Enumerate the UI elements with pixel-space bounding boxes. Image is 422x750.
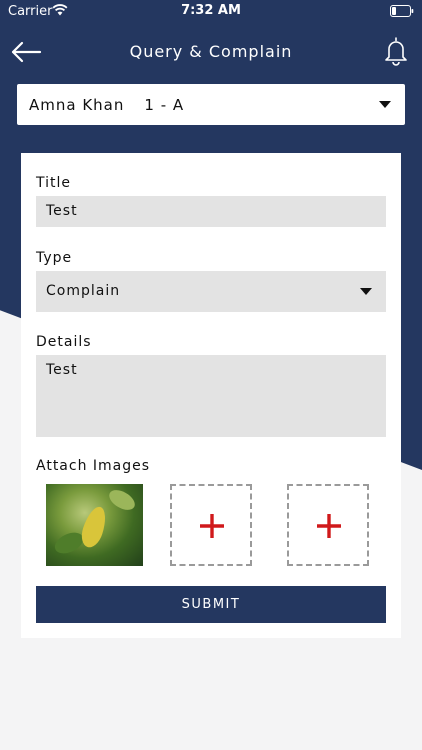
query-form: Title Test Type Complain Details Test At… [21,153,401,638]
details-label: Details [36,334,92,350]
student-select[interactable]: Amna Khan 1 - A [17,84,405,125]
chevron-down-icon [360,288,372,295]
student-class: 1 - A [144,95,185,114]
student-name: Amna Khan [29,95,125,114]
app-header: Query & Complain [0,30,422,76]
details-textarea[interactable]: Test [36,355,386,437]
add-image-button[interactable] [287,484,369,566]
submit-button[interactable]: SUBMIT [36,586,386,623]
attach-images-label: Attach Images [36,458,151,474]
type-label: Type [36,250,73,266]
page-title: Query & Complain [129,42,293,61]
bell-icon[interactable] [384,36,408,66]
status-time: 7:32 AM [181,3,241,18]
chevron-down-icon [379,101,391,108]
add-image-button[interactable] [170,484,252,566]
status-bar: Carrier 7:32 AM [0,0,422,22]
attachment-row [21,483,401,567]
attached-image-thumbnail[interactable] [46,484,143,566]
plus-icon [317,514,341,538]
type-value: Complain [46,283,121,299]
plus-icon [200,514,224,538]
battery-icon [390,5,414,17]
title-label: Title [36,175,72,191]
title-input[interactable]: Test [36,196,386,227]
type-select[interactable]: Complain [36,271,386,312]
